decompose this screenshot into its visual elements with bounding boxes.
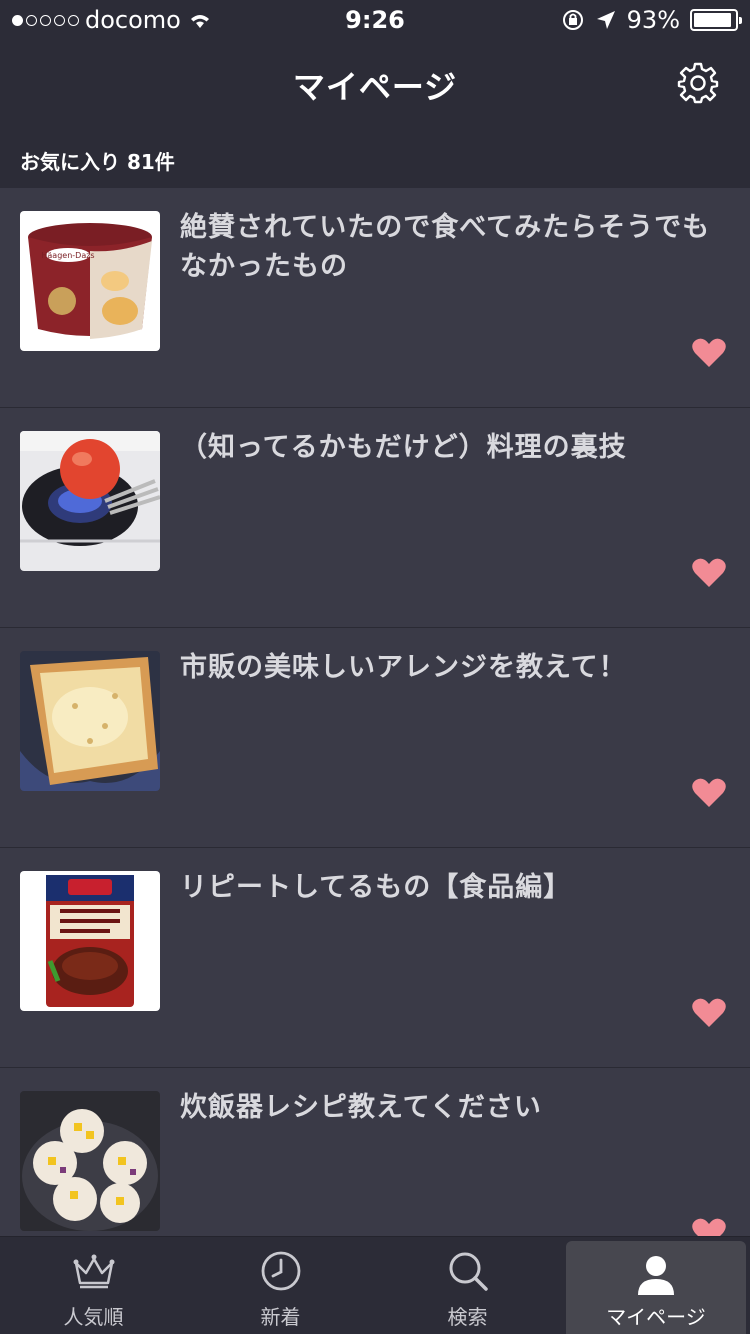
battery-percent: 93% [626, 6, 680, 34]
gear-icon[interactable] [676, 60, 720, 104]
rotation-lock-icon [562, 10, 583, 30]
page-title: マイページ [292, 68, 458, 106]
favorites-header: お気に入り 81件 [0, 128, 750, 188]
tab-bar: 人気順 新着 検索 マイページ [0, 1236, 750, 1334]
location-arrow-icon [596, 11, 615, 29]
item-title: （知ってるかもだけど）料理の裏技 [180, 432, 627, 463]
heart-icon[interactable] [692, 778, 726, 808]
tomato-on-stove-thumbnail [20, 431, 160, 571]
tab-label: マイページ [606, 1305, 706, 1329]
tab-label: 人気順 [63, 1305, 124, 1329]
status-bar: docomo 9:26 93% [0, 0, 750, 40]
item-title: リピートしてるもの【食品編】 [180, 872, 572, 903]
tab-new[interactable]: 新着 [187, 1237, 374, 1334]
tab-mypage[interactable]: マイページ [566, 1241, 746, 1334]
list-item[interactable]: リピートしてるもの【食品編】 [0, 848, 750, 1068]
status-right: 93% [561, 6, 742, 34]
heart-icon[interactable] [692, 338, 726, 368]
item-title: 市販の美味しいアレンジを教えて！ [180, 652, 627, 683]
battery-level [694, 13, 732, 27]
tab-popular[interactable]: 人気順 [0, 1237, 187, 1334]
hamburg-sauce-pack-thumbnail [20, 871, 160, 1011]
nav-bar: マイページ [0, 40, 750, 128]
ice-cream-cup-thumbnail: Häagen-Dazs [20, 211, 160, 351]
item-title: 炊飯器レシピ教えてください [180, 1092, 542, 1123]
heart-icon[interactable] [692, 998, 726, 1028]
svg-text:Häagen-Dazs: Häagen-Dazs [41, 251, 94, 260]
battery-icon [690, 9, 742, 31]
tab-label: 検索 [447, 1305, 488, 1329]
crown-icon [73, 1254, 114, 1289]
person-icon [638, 1256, 674, 1295]
list-item[interactable]: （知ってるかもだけど）料理の裏技 [0, 408, 750, 628]
clock-icon [261, 1251, 300, 1291]
cheese-toast-thumbnail [20, 651, 160, 791]
tab-search[interactable]: 検索 [374, 1237, 561, 1334]
favorites-count-label: お気に入り 81件 [20, 150, 175, 174]
search-icon [449, 1252, 488, 1291]
rice-cooker-cakes-thumbnail [20, 1091, 160, 1231]
list-item[interactable]: Häagen-Dazs 絶賛されていたので食べてみたらそうでもなかったもの [0, 188, 750, 408]
heart-icon[interactable] [692, 558, 726, 588]
tab-label: 新着 [260, 1305, 301, 1329]
list-item[interactable]: 市販の美味しいアレンジを教えて！ [0, 628, 750, 848]
item-title: 絶賛されていたので食べてみたらそうでもなかったもの [180, 212, 711, 283]
favorites-list: Häagen-Dazs 絶賛されていたので食べてみたらそうでもなかったもの （知… [0, 188, 750, 1288]
